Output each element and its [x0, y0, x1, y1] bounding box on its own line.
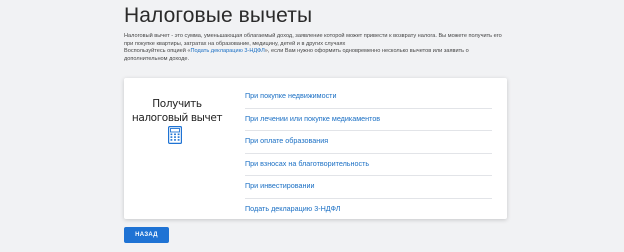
option-declaration-3ndfl[interactable]: Подать декларацию 3-НДФЛ — [245, 199, 492, 221]
intro-line-2-before: Воспользуйтесь опцией « — [124, 48, 191, 54]
intro-line-1: Налоговый вычет - это сумма, уменьшающая… — [124, 33, 502, 47]
page-title: Налоговые вычеты — [124, 4, 313, 27]
option-real-estate[interactable]: При покупке недвижимости — [245, 86, 492, 109]
option-investment[interactable]: При инвестировании — [245, 176, 492, 199]
declaration-link[interactable]: Подать декларацию 3-НДФЛ — [191, 48, 265, 54]
calculator-icon — [168, 126, 182, 144]
intro-line-2: Воспользуйтесь опцией «Подать декларацию… — [124, 48, 506, 63]
option-education[interactable]: При оплате образования — [245, 131, 492, 154]
card-heading: Получить налоговый вычет — [124, 97, 230, 125]
card-heading-line-1: Получить — [152, 98, 202, 110]
option-charity[interactable]: При взносах на благотворительность — [245, 154, 492, 176]
intro-text: Налоговый вычет - это сумма, уменьшающая… — [124, 33, 506, 63]
card-heading-line-2: налоговый вычет — [131, 112, 223, 124]
deduction-card: Получить налоговый вычет При покупке нед… — [124, 78, 507, 219]
back-button[interactable]: НАЗАД — [124, 227, 169, 243]
deduction-options-list: При покупке недвижимости При лечении или… — [245, 86, 492, 220]
card-left-panel: Получить налоговый вычет — [124, 78, 236, 219]
option-medical[interactable]: При лечении или покупке медикаментов — [245, 109, 492, 131]
